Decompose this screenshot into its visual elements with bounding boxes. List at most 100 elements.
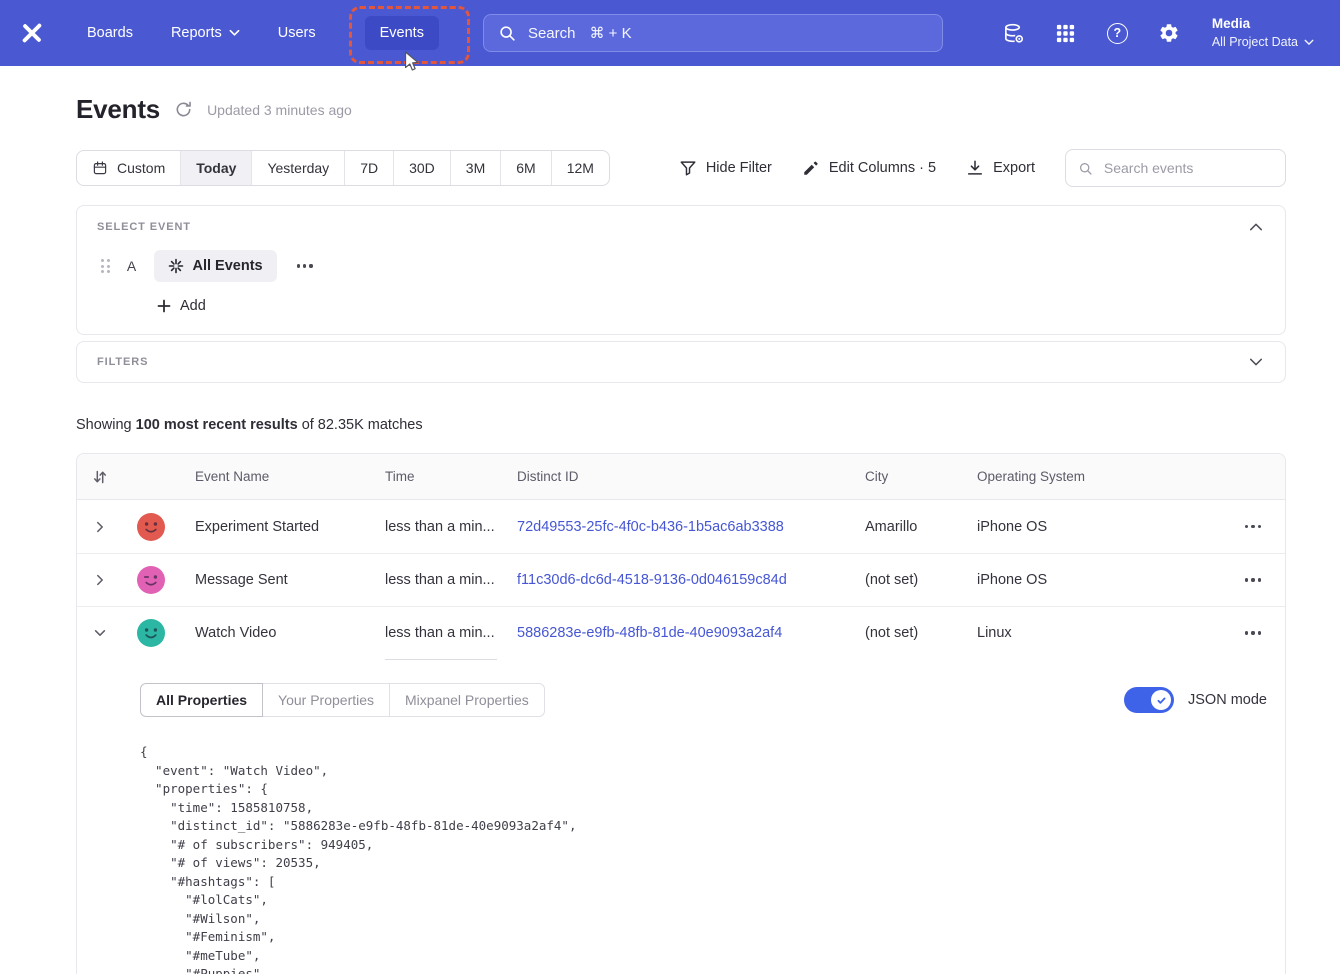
col-event-name[interactable]: Event Name — [179, 469, 369, 484]
global-search[interactable]: Search ⌘ + K — [483, 14, 943, 52]
time-cell: less than a min... — [369, 572, 501, 588]
expand-row-button[interactable] — [86, 566, 114, 594]
date-12m[interactable]: 12M — [552, 151, 609, 185]
time-cell: less than a min... — [369, 625, 501, 641]
search-events-input[interactable] — [1102, 159, 1273, 177]
collapse-row-button[interactable] — [86, 619, 114, 647]
chevron-down-icon — [93, 626, 107, 640]
nav-events-wrap: Events — [365, 16, 439, 50]
results-prefix: Showing — [76, 417, 132, 433]
hide-filter-button[interactable]: Hide Filter — [679, 159, 772, 177]
date-7d[interactable]: 7D — [345, 151, 394, 185]
nav-boards[interactable]: Boards — [72, 16, 148, 50]
collapse-section-button[interactable] — [1247, 220, 1265, 234]
events-table: Event Name Time Distinct ID City Operati… — [76, 453, 1286, 974]
avatar-face — [137, 619, 165, 647]
main-content: Events Updated 3 minutes ago Custom Toda… — [0, 66, 1340, 974]
row-more-button[interactable] — [1241, 574, 1265, 585]
tab-all-properties[interactable]: All Properties — [140, 683, 263, 717]
data-management-icon[interactable] — [1002, 22, 1025, 45]
json-mode-toggle[interactable] — [1124, 687, 1174, 713]
expand-row-button[interactable] — [86, 513, 114, 541]
os-cell: iPhone OS — [961, 519, 1221, 535]
add-event-button[interactable]: Add — [157, 298, 206, 314]
primary-nav: Boards Reports Users Events — [72, 16, 439, 50]
json-mode-control: JSON mode — [1124, 687, 1267, 713]
export-label: Export — [993, 160, 1035, 176]
row-more-button[interactable] — [1241, 627, 1265, 638]
sort-button[interactable] — [77, 469, 123, 485]
date-yesterday[interactable]: Yesterday — [252, 151, 345, 185]
date-range-picker: Custom Today Yesterday 7D 30D 3M 6M 12M — [76, 150, 610, 186]
top-navbar: Boards Reports Users Events Search ⌘ + K — [0, 0, 1340, 66]
last-updated-text: Updated 3 minutes ago — [207, 102, 352, 118]
table-row[interactable]: Experiment Started less than a min... 72… — [77, 500, 1285, 553]
plus-icon — [157, 299, 171, 313]
event-name-cell: Message Sent — [179, 572, 369, 588]
select-event-heading: SELECT EVENT — [97, 221, 191, 233]
distinct-id-link[interactable]: 72d49553-25fc-4f0c-b436-1b5ac6ab3388 — [517, 519, 784, 535]
table-header-row: Event Name Time Distinct ID City Operati… — [77, 454, 1285, 500]
toggle-knob — [1151, 690, 1171, 710]
date-custom-label: Custom — [117, 160, 165, 176]
hide-filter-label: Hide Filter — [706, 160, 772, 176]
os-cell: iPhone OS — [961, 572, 1221, 588]
drag-handle-icon[interactable] — [101, 259, 110, 273]
table-row[interactable]: Message Sent less than a min... f11c30d6… — [77, 553, 1285, 606]
help-icon[interactable]: ? — [1106, 22, 1129, 45]
pencil-icon — [802, 159, 820, 177]
nav-reports[interactable]: Reports — [156, 16, 255, 50]
event-avatar — [137, 513, 165, 541]
tab-mixpanel-properties[interactable]: Mixpanel Properties — [389, 683, 545, 717]
search-events-field[interactable] — [1065, 149, 1286, 187]
navbar-right: ? Media All Project Data — [1002, 15, 1314, 50]
col-distinct-id[interactable]: Distinct ID — [501, 469, 849, 484]
row-more-button[interactable] — [1241, 521, 1265, 532]
distinct-id-link[interactable]: 5886283e-e9fb-48fb-81de-40e9093a2af4 — [517, 625, 782, 641]
event-name-cell: Experiment Started — [179, 519, 369, 535]
col-time[interactable]: Time — [369, 469, 501, 484]
col-os[interactable]: Operating System — [961, 469, 1221, 484]
nav-events[interactable]: Events — [365, 16, 439, 50]
select-event-card: SELECT EVENT A All Events — [76, 205, 1286, 335]
avatar-face — [137, 513, 165, 541]
chevron-down-icon — [1249, 357, 1263, 367]
col-city[interactable]: City — [849, 469, 961, 484]
chevron-down-icon — [1304, 39, 1314, 46]
event-pill-label: All Events — [193, 258, 263, 274]
date-30d[interactable]: 30D — [394, 151, 451, 185]
date-6m[interactable]: 6M — [501, 151, 551, 185]
nav-users[interactable]: Users — [263, 16, 331, 50]
page-header: Events Updated 3 minutes ago — [76, 94, 1286, 125]
export-button[interactable]: Export — [966, 159, 1035, 177]
tab-your-properties[interactable]: Your Properties — [262, 683, 390, 717]
mixpanel-logo[interactable] — [20, 20, 46, 46]
refresh-button[interactable] — [174, 100, 193, 119]
time-column-divider — [385, 659, 497, 660]
apps-grid-icon[interactable] — [1054, 22, 1077, 45]
clause-letter: A — [126, 258, 138, 274]
city-cell: Amarillo — [849, 519, 961, 535]
chevron-down-icon — [229, 29, 240, 37]
os-cell: Linux — [961, 625, 1221, 641]
project-selector[interactable]: Media All Project Data — [1212, 15, 1314, 50]
clause-more-button[interactable] — [293, 260, 317, 271]
project-name: Media — [1212, 15, 1250, 33]
event-spark-icon — [168, 258, 184, 274]
distinct-id-link[interactable]: f11c30d6-dc6d-4518-9136-0d046159c84d — [517, 572, 787, 588]
edit-columns-button[interactable]: Edit Columns · 5 — [802, 159, 936, 177]
date-custom[interactable]: Custom — [77, 151, 181, 185]
download-icon — [966, 159, 984, 177]
expand-filters-button[interactable] — [1247, 355, 1265, 369]
date-today[interactable]: Today — [181, 151, 252, 185]
gear-icon[interactable] — [1158, 22, 1181, 45]
table-row-expanded[interactable]: Watch Video less than a min... 5886283e-… — [77, 606, 1285, 659]
data-cylinder-glyph — [1002, 22, 1025, 45]
event-clause-row: A All Events — [97, 250, 1265, 282]
date-3m[interactable]: 3M — [451, 151, 501, 185]
avatar-face — [137, 566, 165, 594]
chevron-up-icon — [1249, 222, 1263, 232]
add-event-label: Add — [180, 298, 206, 314]
event-selector-pill[interactable]: All Events — [154, 250, 277, 282]
grid-glyph — [1055, 23, 1076, 44]
